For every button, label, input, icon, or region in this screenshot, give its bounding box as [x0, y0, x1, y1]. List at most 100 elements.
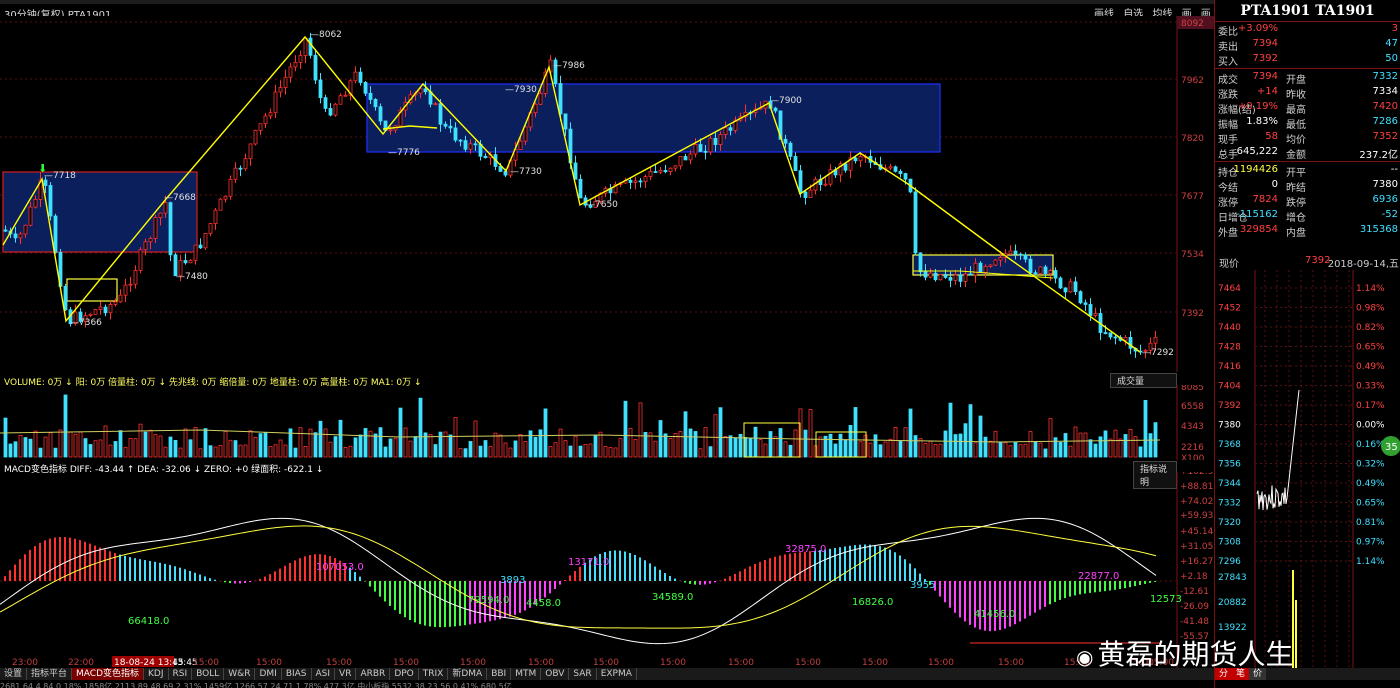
- tab-12[interactable]: DPO: [390, 668, 419, 680]
- tab-11[interactable]: ARBR: [356, 668, 391, 680]
- volume-bar: [58, 429, 63, 458]
- tab-16[interactable]: MTM: [511, 668, 542, 680]
- candle-body: [1048, 270, 1053, 274]
- volume-bar: [1068, 445, 1073, 458]
- volume-bar: [68, 431, 73, 458]
- macd-chart[interactable]: +102.9 +88.81 +74.02 +59.93 +45.14 +31.05 +16.…: [0, 472, 1214, 668]
- candle-body: [1053, 270, 1058, 279]
- price-annotation: —7292: [1142, 348, 1174, 358]
- tab-10[interactable]: VR: [335, 668, 357, 680]
- candle-body: [948, 277, 953, 281]
- volume-bar: [728, 435, 733, 458]
- volume-bar: [583, 443, 588, 458]
- price-annotation: —8062: [310, 30, 342, 40]
- time-axis-label: 22:00: [68, 658, 94, 668]
- candle-body: [1073, 281, 1078, 292]
- tab-18[interactable]: SAR: [569, 668, 597, 680]
- volume-bar: [718, 407, 723, 458]
- macd-label: 22877.0: [1078, 571, 1119, 582]
- candle-body: [773, 107, 778, 112]
- volume-bar: [73, 433, 78, 458]
- candlestick-chart[interactable]: 8092 7962 7820 7677 7534 7392 —7718 —7366 —7668 —…: [0, 16, 1214, 372]
- candle-body: [33, 199, 38, 208]
- tab-6[interactable]: W&R: [224, 668, 256, 680]
- price-axis-label: 7962: [1181, 76, 1204, 86]
- candle-body: [953, 274, 958, 281]
- tab-8[interactable]: BIAS: [282, 668, 312, 680]
- current-date: 2018-09-14,五: [1327, 259, 1399, 270]
- tab-4[interactable]: RSI: [169, 668, 193, 680]
- tab-1[interactable]: 指标平台: [27, 668, 73, 680]
- price-annotation: —7986: [553, 61, 585, 71]
- intraday-mini-chart[interactable]: 7464 7452 7440 7428 7416 7404 7392 7380 7368 7356…: [1215, 270, 1400, 668]
- volume-bar: [618, 438, 623, 458]
- weibo-icon: ◉: [1076, 645, 1094, 669]
- tab-13[interactable]: TRIX: [419, 668, 449, 680]
- price-axis-label: 7820: [1181, 134, 1204, 144]
- tab-9[interactable]: ASI: [312, 668, 336, 680]
- candle-body: [1058, 277, 1063, 289]
- volume-bar: [303, 445, 308, 458]
- candle-body: [353, 71, 358, 82]
- volume-bar: [63, 394, 68, 458]
- candle-body: [968, 273, 973, 276]
- price-axis-label: 7677: [1181, 192, 1204, 202]
- tab-17[interactable]: OBV: [541, 668, 570, 680]
- candle-body: [558, 83, 563, 115]
- volume-bar: [173, 439, 178, 458]
- volume-chart[interactable]: 8085 6558 4343 2216X100: [0, 385, 1214, 460]
- volume-bar: [493, 432, 498, 458]
- volume-bar: [453, 417, 458, 458]
- current-price-value: 7392: [1305, 255, 1331, 266]
- volume-bar: [593, 435, 598, 458]
- candle-body: [1088, 304, 1093, 316]
- volume-bar: [578, 445, 583, 458]
- volume-bar: [428, 434, 433, 458]
- candle-body: [23, 224, 28, 235]
- mini-left-label: 7368: [1218, 440, 1241, 450]
- volume-bar: [708, 446, 713, 458]
- candle-body: [1153, 336, 1158, 344]
- volume-bar: [393, 437, 398, 458]
- quote-cell: 开平: [1286, 168, 1306, 179]
- volume-bar: [123, 446, 128, 458]
- candle-body: [268, 112, 273, 117]
- tab-2[interactable]: MACD变色指标: [72, 668, 145, 680]
- tab-14[interactable]: 新DMA: [448, 668, 488, 680]
- volume-bar: [103, 425, 108, 458]
- tab-7[interactable]: DMI: [255, 668, 282, 680]
- volume-bar: [688, 428, 693, 458]
- volume-bar: [188, 439, 193, 458]
- volume-bar: [1138, 446, 1143, 458]
- mini-right-label: 0.33%: [1356, 382, 1385, 392]
- quote-panel: PTA1901 TA1901 委比 +3.09% 3 卖出 7394 47 买入 7392 50…: [1214, 0, 1400, 688]
- candle-body: [108, 304, 113, 314]
- volume-bar: [448, 434, 453, 458]
- volume-bar: [378, 427, 383, 458]
- candle-body: [208, 223, 213, 234]
- tab-5[interactable]: BOLL: [192, 668, 225, 680]
- macd-label: 13171.0: [568, 557, 609, 568]
- volume-bar: [1018, 444, 1023, 458]
- volume-bar: [13, 441, 18, 458]
- candle-body: [678, 156, 683, 167]
- tab-19[interactable]: EXPMA: [597, 668, 637, 680]
- quote-cell: 最低: [1286, 120, 1306, 131]
- price-annotation: —7650: [586, 200, 618, 210]
- tab-15[interactable]: BBI: [487, 668, 512, 680]
- candle-body: [793, 155, 798, 172]
- quote-cell: +0.19%: [1237, 101, 1278, 112]
- candle-body: [643, 176, 648, 183]
- volume-bar: [108, 444, 113, 458]
- mini-left-label: 27843: [1218, 573, 1247, 583]
- indicator-tabs[interactable]: 设置 指标平台 MACD变色指标 KDJ RSI BOLL W&R DMI BIAS ASI VR A…: [0, 668, 1214, 680]
- tab-3[interactable]: KDJ: [144, 668, 169, 680]
- volume-bar: [478, 445, 483, 458]
- tab-0[interactable]: 设置: [0, 668, 28, 680]
- candle-body: [963, 273, 968, 282]
- quote-row: 总手 645,222 金额 237.2亿: [1215, 145, 1400, 161]
- volume-bar: [683, 411, 688, 458]
- volume-bar: [758, 439, 763, 458]
- price-annotation: —7480: [176, 272, 208, 282]
- time-axis-label: 15:00: [528, 658, 554, 668]
